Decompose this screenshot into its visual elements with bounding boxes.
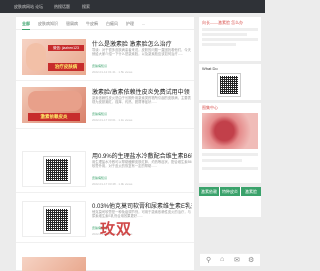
post-thumbnail[interactable]: 激素依赖皮炎 [22,87,86,123]
skin-image [28,91,82,111]
tab-care[interactable]: 护理 [126,17,134,30]
post-title[interactable]: 什么是激素脸 激素脸怎么治疗 [92,39,192,48]
share-icon[interactable]: ⚲ [206,256,211,264]
post-thumbnail[interactable] [22,201,86,237]
sidebar-card-gallery: 图集中心 [199,103,261,183]
nav-hot-topics[interactable]: 热搜话题 [54,0,70,13]
tab-more[interactable]: ... [142,17,145,30]
gear-icon[interactable]: ⚙ [248,256,254,264]
tab-vitiligo[interactable]: 白癜风 [106,17,118,30]
tab-psoriasis-2[interactable]: 牛皮癣 [86,17,98,30]
tag-button[interactable]: 激素依赖 [199,187,219,196]
sidebar-card-qr: What Do [199,64,261,100]
post-meta: 2022-01-17 03:01 · 1.1k views [92,118,133,122]
post-excerpt: 导读：对于很多皮肤病患者来说，皮肤的问题一直困扰着他们，今天就给大家介绍一下什么… [92,48,191,57]
post-category-tag[interactable]: 皮肤病知识 [92,64,107,68]
face-image [26,43,46,71]
thumb-banner: 激素依赖皮炎 [28,113,80,121]
chat-icon[interactable]: ✉ [234,256,240,264]
sidebar-text [202,28,258,56]
qr-code-icon [43,156,71,184]
post-tag: 皮肤病知识 [92,112,192,117]
site-name[interactable]: 皮肤病网站 论坛 [14,0,43,13]
home-icon[interactable]: ⌂ [220,256,224,263]
qr-code-icon [217,73,241,97]
sidebar-card-tags: 激素依赖 特种皮炎 激素脸 [199,187,261,217]
post-meta: 2022-01-12 01:41 · 1.5k views [92,70,133,74]
qr-code-icon [43,206,71,234]
post-thumbnail[interactable]: 微信: jiazhen123 治疗皮肤病 [22,39,86,75]
tab-psoriasis[interactable]: 银屑病 [66,17,78,30]
top-nav-bar: 皮肤病网站 论坛 热搜话题 搜索 [0,0,265,13]
thumb-caption: 微信: jiazhen123 [48,45,84,51]
category-tabs: 全部 皮肤病知识 银屑病 牛皮癣 白癜风 护理 ... [16,17,194,30]
sidebar-title[interactable]: 向长——激素脸 怎么办 [202,20,243,26]
tag-button[interactable]: 特种皮炎 [220,187,240,196]
gallery-image[interactable] [202,113,258,149]
post-title[interactable]: 0.03%他克莫司软膏和尿素维生素E乳剂结合 [92,201,192,210]
list-item[interactable]: 用0.9%的生理盐水冷敷配合维生素B6软膏 用生理盐水冷敷可以帮助缓解皮肤红肿、… [16,145,194,193]
thumb-banner: 治疗皮肤病 [48,63,84,71]
post-excerpt: 用生理盐水冷敷可以帮助缓解皮肤红肿、灼热等症状，配合维生素B6软膏外用，对于皮炎… [92,160,192,169]
sidebar-title: What Do [202,66,218,71]
post-thumbnail[interactable] [22,257,86,271]
tag-button[interactable]: 激素脸 [241,187,261,196]
list-item[interactable] [16,251,194,271]
nav-search[interactable]: 搜索 [82,0,90,13]
post-tag: 皮肤病知识 [92,64,192,69]
post-title[interactable]: 激素脸/激素依赖性皮炎免费试用中领 [92,87,192,96]
post-excerpt: 激素依赖性皮炎是由于长期外用激素类药物所引起的皮肤病，主要表现为皮肤潮红、瘙痒、… [92,96,191,105]
sidebar-title[interactable]: 图集中心 [202,105,218,111]
post-category-tag[interactable]: 皮肤病知识 [92,112,107,116]
post-thumbnail[interactable] [22,151,86,187]
floating-toolbar: ⚲ ⌂ ✉ ⚙ [200,253,260,266]
list-item[interactable]: 微信: jiazhen123 治疗皮肤病 什么是激素脸 激素脸怎么治疗 导读：对… [16,33,194,81]
post-category-tag[interactable]: 皮肤病知识 [92,176,107,180]
post-title[interactable]: 用0.9%的生理盐水冷敷配合维生素B6软膏 [92,151,192,160]
tab-skin-knowledge[interactable]: 皮肤病知识 [38,17,58,30]
post-tag: 皮肤病知识 [92,176,192,181]
tab-all[interactable]: 全部 [22,17,30,30]
list-item[interactable]: 激素依赖皮炎 激素脸/激素依赖性皮炎免费试用中领 激素依赖性皮炎是由于长期外用激… [16,81,194,129]
post-meta: 2022-01-17 03:48 · 1.9k views [92,182,133,186]
watermark-text: 玫双 [100,221,133,238]
sidebar-card-intro: 向长——激素脸 怎么办 [199,17,261,61]
